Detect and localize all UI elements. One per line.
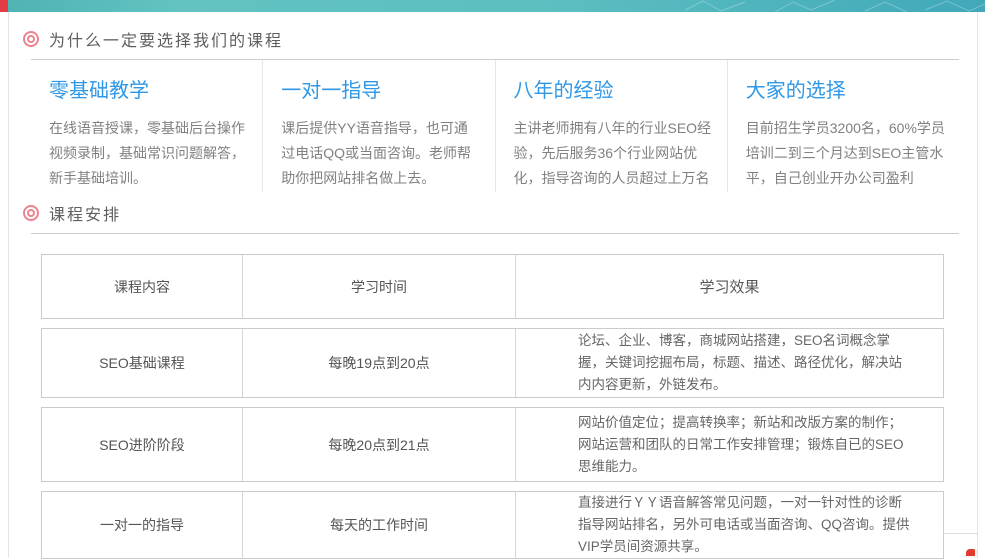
feature-card-one-on-one: 一对一指导 课后提供YY语音指导，也可通过电话QQ或当面咨询。老师帮助你把网站排… (262, 60, 494, 192)
feature-card-popular-choice: 大家的选择 目前招生学员3200名，60%学员培训二到三个月达到SEO主管水平，… (726, 60, 959, 192)
feature-title: 大家的选择 (745, 80, 846, 102)
feature-card-experience: 八年的经验 主讲老师拥有八年的行业SEO经验，先后服务36个行业网站优化，指导咨… (494, 60, 727, 192)
ring-bullet-icon (23, 31, 39, 47)
section-header-schedule: 课程安排 (9, 202, 977, 224)
section-title-schedule: 课程安排 (49, 207, 122, 224)
column-header-course-content: 课程内容 (114, 278, 170, 295)
course-content-cell: 一对一的指导 (100, 517, 184, 533)
column-header-study-time: 学习时间 (242, 255, 515, 318)
course-content-cell: SEO进阶阶段 (99, 436, 185, 453)
ring-bullet-icon (23, 205, 39, 221)
floating-service-widget-fragment[interactable] (966, 549, 977, 558)
table-row-one-on-one: 一对一的指导 每天的工作时间 直接进行ＹＹ语音解答常见问题，一对一针对性的诊断指… (41, 491, 944, 559)
feature-card-zero-basis: 零基础教学 在线语音授课，零基础后台操作视频录制，基础常识问题解答，新手基础培训… (31, 60, 262, 192)
study-time-cell: 每天的工作时间 (242, 492, 515, 558)
section-title-why: 为什么一定要选择我们的课程 (49, 33, 284, 50)
feature-description: 主讲老师拥有八年的行业SEO经验，先后服务36个行业网站优化，指导咨询的人员超过… (513, 120, 712, 186)
feature-description: 在线语音授课，零基础后台操作视频录制，基础常识问题解答，新手基础培训。 (49, 120, 245, 186)
top-bar (0, 0, 985, 12)
table-row-seo-basic: SEO基础课程 每晚19点到20点 论坛、企业、博客，商城网站搭建，SEO名词概… (41, 328, 944, 398)
section-header-why: 为什么一定要选择我们的课程 (9, 28, 977, 50)
study-time-cell: 每晚19点到20点 (242, 329, 515, 397)
column-header-study-effect: 学习效果 (515, 255, 943, 318)
course-schedule-table: 课程内容 学习时间 学习效果 SEO基础课程 每晚19点到20点 论坛、企业、博… (41, 254, 944, 559)
study-effect-text: 直接进行ＹＹ语音解答常见问题，一对一针对性的诊断指导网站排名，另外可电话或当面咨… (578, 495, 910, 554)
widget-corner-line (943, 533, 978, 534)
section-divider (31, 233, 959, 234)
feature-title: 零基础教学 (49, 80, 149, 102)
study-effect-text: 网站价值定位；提高转换率；新站和改版方案的制作；网站运营和团队的日常工作安排管理… (578, 414, 904, 474)
feature-description: 课后提供YY语音指导，也可通过电话QQ或当面咨询。老师帮助你把网站排名做上去。 (281, 120, 472, 186)
table-row-seo-advanced: SEO进阶阶段 每晚20点到21点 网站价值定位；提高转换率；新站和改版方案的制… (41, 407, 944, 482)
course-content-cell: SEO基础课程 (99, 355, 185, 371)
study-time-cell: 每晚20点到21点 (242, 408, 515, 481)
top-bar-red-accent (0, 0, 8, 12)
top-bar-polygon-pattern (685, 0, 985, 12)
content-panel: 为什么一定要选择我们的课程 零基础教学 在线语音授课，零基础后台操作视频录制，基… (8, 12, 978, 559)
feature-description: 目前招生学员3200名，60%学员培训二到三个月达到SEO主管水平，自己创业开办… (745, 120, 945, 186)
feature-title: 八年的经验 (513, 80, 614, 102)
table-header-row: 课程内容 学习时间 学习效果 (41, 254, 944, 319)
study-effect-cell: 直接进行ＹＹ语音解答常见问题，一对一针对性的诊断指导网站排名，另外可电话或当面咨… (515, 492, 943, 558)
study-effect-cell: 网站价值定位；提高转换率；新站和改版方案的制作；网站运营和团队的日常工作安排管理… (515, 408, 943, 481)
features-row: 零基础教学 在线语音授课，零基础后台操作视频录制，基础常识问题解答，新手基础培训… (31, 60, 959, 192)
feature-title: 一对一指导 (281, 80, 382, 102)
study-effect-text: 论坛、企业、博客，商城网站搭建，SEO名词概念掌握，关键词挖掘布局，标题、描述、… (578, 333, 902, 392)
study-effect-cell: 论坛、企业、博客，商城网站搭建，SEO名词概念掌握，关键词挖掘布局，标题、描述、… (515, 329, 943, 397)
